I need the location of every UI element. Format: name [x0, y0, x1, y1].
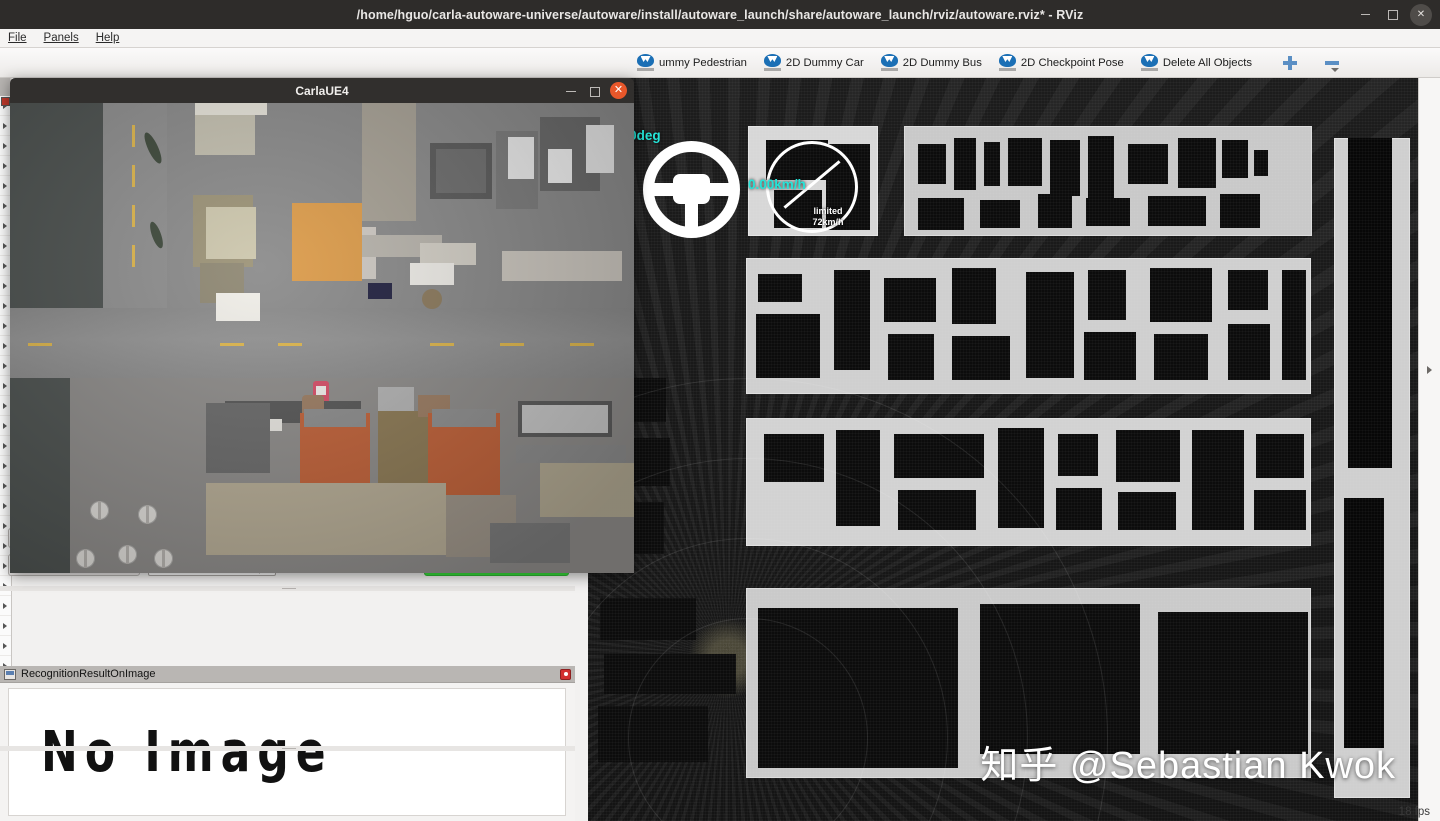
tool-label: Delete All Objects: [1162, 56, 1253, 69]
menu-file[interactable]: File: [8, 32, 27, 44]
main-area: -0.0deg 0.00km/h limited 72km/h 知乎 @Seba…: [0, 78, 1440, 821]
panel-splitter[interactable]: [0, 746, 575, 751]
tool-2d-dummy-pedestrian[interactable]: ummy Pedestrian: [630, 52, 754, 73]
plus-icon[interactable]: [1279, 52, 1301, 74]
fps-indicator: 18 fps: [1398, 806, 1430, 818]
menu-help-label: Help: [95, 32, 120, 44]
carla-window-title: CarlaUE4: [295, 83, 349, 98]
image-icon: [4, 668, 16, 680]
tool-label: 2D Dummy Bus: [902, 56, 982, 69]
recognition-image-area: No Image: [8, 688, 566, 816]
carla-ue4-window[interactable]: CarlaUE4 ✕: [10, 78, 634, 573]
carla-maximize-button[interactable]: [587, 84, 601, 98]
window-controls: [1354, 0, 1432, 29]
tool-2d-checkpoint-pose[interactable]: 2D Checkpoint Pose: [992, 52, 1131, 73]
no-image-text: No Image: [41, 719, 333, 785]
minimize-button[interactable]: [1354, 4, 1376, 26]
tool-delete-all-objects[interactable]: Delete All Objects: [1134, 52, 1259, 73]
panel-splitter[interactable]: [0, 586, 575, 591]
chevron-down-icon[interactable]: [1331, 67, 1340, 72]
chevron-right-icon[interactable]: [1427, 366, 1432, 374]
carla-simulation-viewport[interactable]: [10, 103, 634, 573]
menu-file-label: File: [8, 32, 27, 44]
tool-2d-dummy-car[interactable]: 2D Dummy Car: [757, 52, 871, 73]
speed-limit-value: 72km/h: [812, 217, 844, 227]
steering-wheel-indicator: [643, 141, 740, 238]
carla-window-titlebar[interactable]: CarlaUE4 ✕: [10, 78, 634, 103]
right-dock-strip[interactable]: [1418, 78, 1440, 821]
maximize-button[interactable]: [1382, 4, 1404, 26]
autoware-icon: [880, 54, 898, 71]
autoware-icon: [1140, 54, 1158, 71]
carla-window-controls: ✕: [564, 78, 627, 103]
menu-panels-label: Panels: [43, 32, 79, 44]
tool-label: ummy Pedestrian: [659, 56, 747, 69]
rviz-application: /home/hguo/carla-autoware-universe/autow…: [0, 0, 1440, 821]
tool-label: 2D Dummy Car: [785, 56, 864, 69]
recognition-panel-title: RecognitionResultOnImage: [21, 668, 156, 680]
close-icon[interactable]: [560, 668, 571, 680]
menu-panels[interactable]: Panels: [44, 32, 79, 44]
close-button[interactable]: [1410, 3, 1432, 26]
minus-icon[interactable]: [1321, 52, 1343, 74]
tool-2d-dummy-bus[interactable]: 2D Dummy Bus: [874, 52, 989, 73]
carla-close-button[interactable]: ✕: [610, 82, 627, 99]
autoware-icon: [763, 54, 781, 71]
tool-label: 2D Checkpoint Pose: [1020, 56, 1124, 69]
window-title: /home/hguo/carla-autoware-universe/autow…: [356, 7, 1084, 22]
speed-value: 0.00km/h: [748, 177, 806, 192]
autoware-icon: [998, 54, 1016, 71]
recognition-panel-titlebar[interactable]: RecognitionResultOnImage: [0, 666, 575, 683]
speed-limit-label: limited: [813, 206, 843, 216]
color-swatch: [1, 97, 10, 106]
rviz-3d-render-view[interactable]: -0.0deg 0.00km/h limited 72km/h 知乎 @Seba…: [588, 78, 1418, 821]
os-title-bar: /home/hguo/carla-autoware-universe/autow…: [0, 0, 1440, 29]
menu-bar: File Panels Help: [0, 29, 1440, 48]
recognition-result-panel: RecognitionResultOnImage No Image: [0, 666, 575, 821]
rviz-toolbar: ummy Pedestrian 2D Dummy Car 2D Dummy Bu…: [0, 48, 1440, 78]
watermark-text: 知乎 @Sebastian Kwok: [980, 745, 1396, 787]
autoware-icon: [637, 54, 654, 71]
carla-minimize-button[interactable]: [564, 84, 578, 98]
menu-help[interactable]: Help: [96, 32, 120, 44]
